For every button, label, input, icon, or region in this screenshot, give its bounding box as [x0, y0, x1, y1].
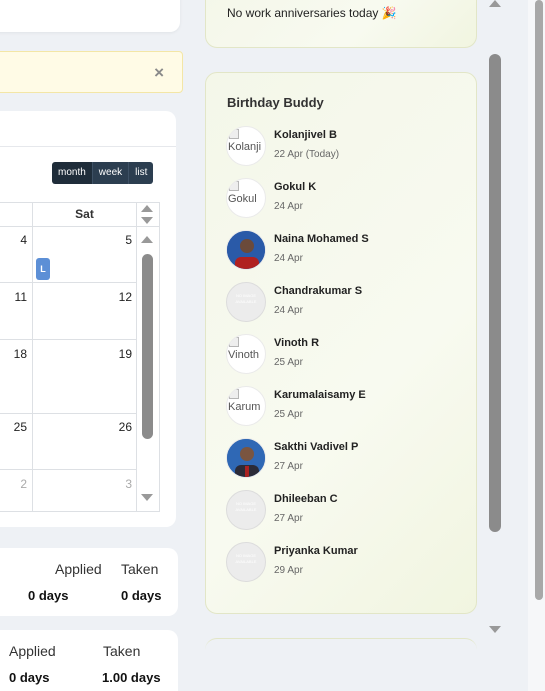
grid-line — [32, 202, 33, 511]
birthday-item: NO IMAGE AVAILABLE Priyanka Kumar 29 Apr — [226, 542, 466, 584]
grid-line — [0, 282, 137, 283]
birthday-buddy-panel: Birthday Buddy Kolanji Kolanjivel B 22 A… — [205, 72, 477, 614]
scroll-up-icon[interactable] — [141, 236, 153, 243]
grid-line — [0, 469, 137, 470]
day-number[interactable]: 3 — [112, 477, 132, 491]
calendar-event[interactable]: L — [36, 258, 50, 280]
taken-value: 1.00 days — [102, 670, 161, 685]
day-number[interactable]: 12 — [112, 290, 132, 304]
scroll-up-icon[interactable] — [489, 0, 501, 7]
taken-label: Taken — [103, 643, 141, 659]
applied-value: 0 days — [28, 588, 69, 603]
taken-value: 0 days — [121, 588, 162, 603]
birthday-item: Kolanji Kolanjivel B 22 Apr (Today) — [226, 126, 466, 168]
birthday-date: 22 Apr (Today) — [274, 149, 340, 160]
broken-image-icon — [229, 389, 239, 399]
right-column-scrollbar[interactable] — [483, 0, 507, 640]
birthday-date: 24 Apr — [274, 201, 303, 212]
broken-image-icon — [229, 337, 239, 347]
grid-line — [159, 202, 160, 512]
scroll-down-icon[interactable] — [489, 626, 501, 633]
no-image-placeholder-icon: NO IMAGE AVAILABLE — [235, 293, 257, 304]
person-photo-icon — [227, 231, 265, 269]
scroll-up-icon[interactable] — [141, 205, 153, 212]
alert-banner: × — [0, 51, 183, 93]
grid-line — [0, 339, 137, 340]
birthday-item: Naina Mohamed S 24 Apr — [226, 230, 466, 272]
birthday-buddy-title: Birthday Buddy — [227, 95, 324, 110]
scroll-down-icon[interactable] — [141, 217, 153, 224]
avatar: Kolanji — [226, 126, 266, 166]
broken-image-icon — [229, 181, 239, 191]
birthday-name: Sakthi Vadivel P — [274, 441, 359, 453]
month-view-button[interactable]: month — [52, 162, 92, 184]
avatar: NO IMAGE AVAILABLE — [226, 282, 266, 322]
anniversary-empty-text: No work anniversaries today 🎉 — [227, 6, 397, 20]
birthday-date: 27 Apr — [274, 513, 303, 524]
birthday-date: 25 Apr — [274, 357, 303, 368]
leave-summary-card: Applied 0 days Taken 1.00 days — [0, 630, 178, 691]
broken-image-icon — [229, 129, 239, 139]
birthday-date: 24 Apr — [274, 305, 303, 316]
page-scrollbar-thumb[interactable] — [535, 0, 543, 600]
scrollbar-thumb[interactable] — [489, 54, 501, 532]
list-view-button[interactable]: list — [128, 162, 154, 184]
birthday-date: 27 Apr — [274, 461, 303, 472]
top-card — [0, 0, 180, 32]
birthday-name: Chandrakumar S — [274, 285, 363, 297]
grid-line — [0, 511, 159, 512]
next-panel — [205, 638, 477, 691]
day-number[interactable]: 19 — [112, 347, 132, 361]
taken-label: Taken — [121, 561, 159, 577]
applied-value: 0 days — [9, 670, 50, 685]
page-scrollbar[interactable] — [528, 0, 545, 691]
avatar: Karum — [226, 386, 266, 426]
avatar — [226, 438, 266, 478]
scroll-down-icon[interactable] — [141, 494, 153, 501]
avatar: NO IMAGE AVAILABLE — [226, 490, 266, 530]
day-number[interactable]: 11 — [7, 290, 27, 304]
day-number[interactable]: 5 — [112, 233, 132, 247]
applied-label: Applied — [9, 643, 56, 659]
birthday-item: NO IMAGE AVAILABLE Chandrakumar S 24 Apr — [226, 282, 466, 324]
grid-line — [136, 202, 137, 511]
birthday-date: 24 Apr — [274, 253, 303, 264]
birthday-item: Vinoth Vinoth R 25 Apr — [226, 334, 466, 376]
birthday-date: 25 Apr — [274, 409, 303, 420]
day-number[interactable]: 25 — [7, 420, 27, 434]
avatar: NO IMAGE AVAILABLE — [226, 542, 266, 582]
birthday-item: NO IMAGE AVAILABLE Dhileeban C 27 Apr — [226, 490, 466, 532]
birthday-date: 29 Apr — [274, 565, 303, 576]
day-number[interactable]: 18 — [7, 347, 27, 361]
birthday-name: Dhileeban C — [274, 493, 338, 505]
grid-line — [0, 413, 137, 414]
leave-summary-card: Applied 0 days Taken 0 days — [0, 548, 178, 616]
day-number[interactable]: 2 — [7, 477, 27, 491]
work-anniversary-panel: No work anniversaries today 🎉 — [205, 0, 477, 48]
birthday-item: Sakthi Vadivel P 27 Apr — [226, 438, 466, 480]
calendar-scrollbar-thumb[interactable] — [142, 254, 153, 439]
birthday-name: Gokul K — [274, 181, 317, 193]
no-image-placeholder-icon: NO IMAGE AVAILABLE — [235, 501, 257, 512]
birthday-name: Vinoth R — [274, 337, 320, 349]
avatar: Gokul — [226, 178, 266, 218]
avatar — [226, 230, 266, 270]
avatar: Vinoth — [226, 334, 266, 374]
person-photo-icon — [227, 439, 265, 477]
birthday-name: Kolanjivel B — [274, 129, 337, 141]
birthday-item: Karum Karumalaisamy E 25 Apr — [226, 386, 466, 428]
birthday-item: Gokul Gokul K 24 Apr — [226, 178, 466, 220]
birthday-name: Karumalaisamy E — [274, 389, 366, 401]
weekday-header-sat: Sat — [75, 207, 94, 221]
view-switcher: month week list — [52, 162, 154, 184]
close-icon[interactable]: × — [154, 63, 164, 83]
week-view-button[interactable]: week — [91, 162, 129, 184]
applied-label: Applied — [55, 561, 102, 577]
day-number[interactable]: 26 — [112, 420, 132, 434]
no-image-placeholder-icon: NO IMAGE AVAILABLE — [235, 553, 257, 564]
calendar-header — [0, 111, 176, 147]
birthday-name: Priyanka Kumar — [274, 545, 358, 557]
day-number[interactable]: 4 — [7, 233, 27, 247]
birthday-name: Naina Mohamed S — [274, 233, 369, 245]
